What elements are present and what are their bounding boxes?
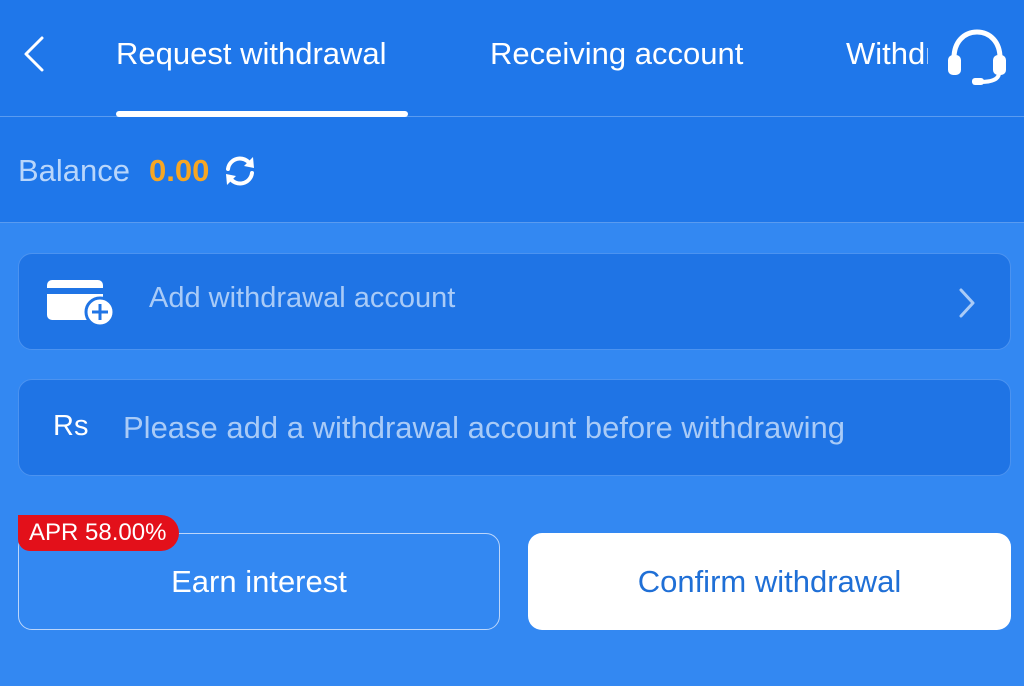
chevron-right-icon bbox=[959, 288, 975, 318]
confirm-withdrawal-button[interactable]: Confirm withdrawal bbox=[528, 533, 1011, 630]
add-account-label: Add withdrawal account bbox=[149, 282, 456, 314]
balance-bar: Balance 0.00 bbox=[0, 117, 1024, 223]
chevron-left-icon bbox=[24, 36, 44, 72]
headset-icon bbox=[948, 29, 1006, 85]
tab-withdrawal-history[interactable]: Withdrawal history bbox=[846, 32, 928, 76]
refresh-icon bbox=[226, 156, 254, 186]
wallet-add-icon bbox=[47, 280, 116, 328]
add-withdrawal-account-row[interactable]: Add withdrawal account bbox=[18, 253, 1011, 350]
withdrawal-amount-row: Rs bbox=[18, 379, 1011, 476]
balance-value: 0.00 bbox=[149, 153, 210, 188]
back-button[interactable] bbox=[18, 34, 54, 74]
tab-request-withdrawal[interactable]: Request withdrawal bbox=[116, 32, 387, 76]
tab-receiving-account[interactable]: Receiving account bbox=[490, 32, 743, 76]
customer-support-button[interactable] bbox=[944, 22, 1010, 88]
header-bar: Request withdrawal Receiving account Wit… bbox=[0, 0, 1024, 117]
balance-label: Balance bbox=[18, 153, 131, 188]
currency-label: Rs bbox=[53, 410, 89, 442]
refresh-balance-button[interactable] bbox=[222, 153, 258, 189]
apr-badge: APR 58.00% bbox=[18, 515, 180, 551]
withdrawal-amount-input[interactable] bbox=[123, 404, 983, 452]
